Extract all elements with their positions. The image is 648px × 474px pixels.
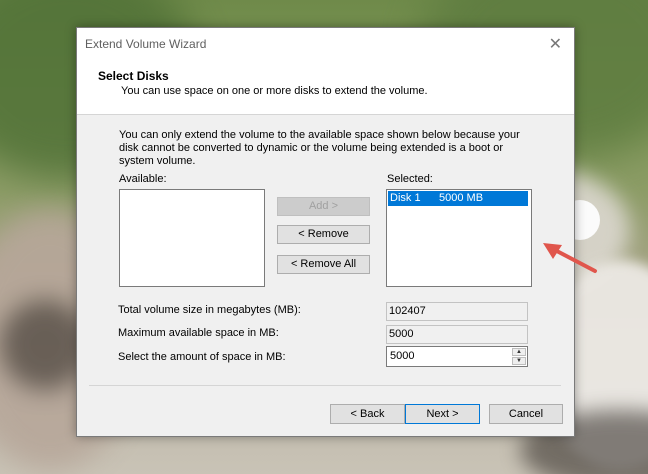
window-title: Extend Volume Wizard <box>85 37 207 51</box>
divider <box>89 385 561 386</box>
next-button[interactable]: Next > <box>405 404 480 424</box>
close-icon[interactable]: ✕ <box>549 34 562 54</box>
title-bar: Extend Volume Wizard ✕ <box>77 28 574 59</box>
back-button[interactable]: < Back <box>330 404 405 424</box>
spin-down-icon[interactable]: ▼ <box>512 357 526 365</box>
remove-button[interactable]: < Remove <box>277 225 370 244</box>
available-list[interactable] <box>119 189 265 287</box>
amount-value: 5000 <box>390 350 415 362</box>
list-item[interactable]: Disk 1 5000 MB <box>388 191 528 206</box>
disk-size: 5000 MB <box>439 192 484 204</box>
max-space-field: 5000 <box>386 325 528 344</box>
selected-label: Selected: <box>387 173 433 185</box>
extend-volume-dialog: Extend Volume Wizard ✕ Select Disks You … <box>76 27 597 437</box>
available-label: Available: <box>119 173 167 185</box>
info-note: You can only extend the volume to the av… <box>119 129 520 167</box>
selected-list[interactable]: Disk 1 5000 MB <box>386 189 532 287</box>
page-title: Select Disks <box>98 69 169 83</box>
amount-stepper[interactable]: 5000 ▲ ▼ <box>386 346 528 367</box>
remove-all-button[interactable]: < Remove All <box>277 255 370 274</box>
total-size-field: 102407 <box>386 302 528 321</box>
disk-name: Disk 1 <box>390 192 421 204</box>
page-subtitle: You can use space on one or more disks t… <box>121 85 428 97</box>
amount-label: Select the amount of space in MB: <box>118 351 286 363</box>
total-size-label: Total volume size in megabytes (MB): <box>118 304 301 316</box>
wizard-header: Select Disks You can use space on one or… <box>77 59 574 115</box>
annotation-arrow-icon <box>543 243 597 273</box>
max-space-label: Maximum available space in MB: <box>118 327 279 339</box>
add-button[interactable]: Add > <box>277 197 370 216</box>
cancel-button[interactable]: Cancel <box>489 404 563 424</box>
spin-up-icon[interactable]: ▲ <box>512 348 526 356</box>
